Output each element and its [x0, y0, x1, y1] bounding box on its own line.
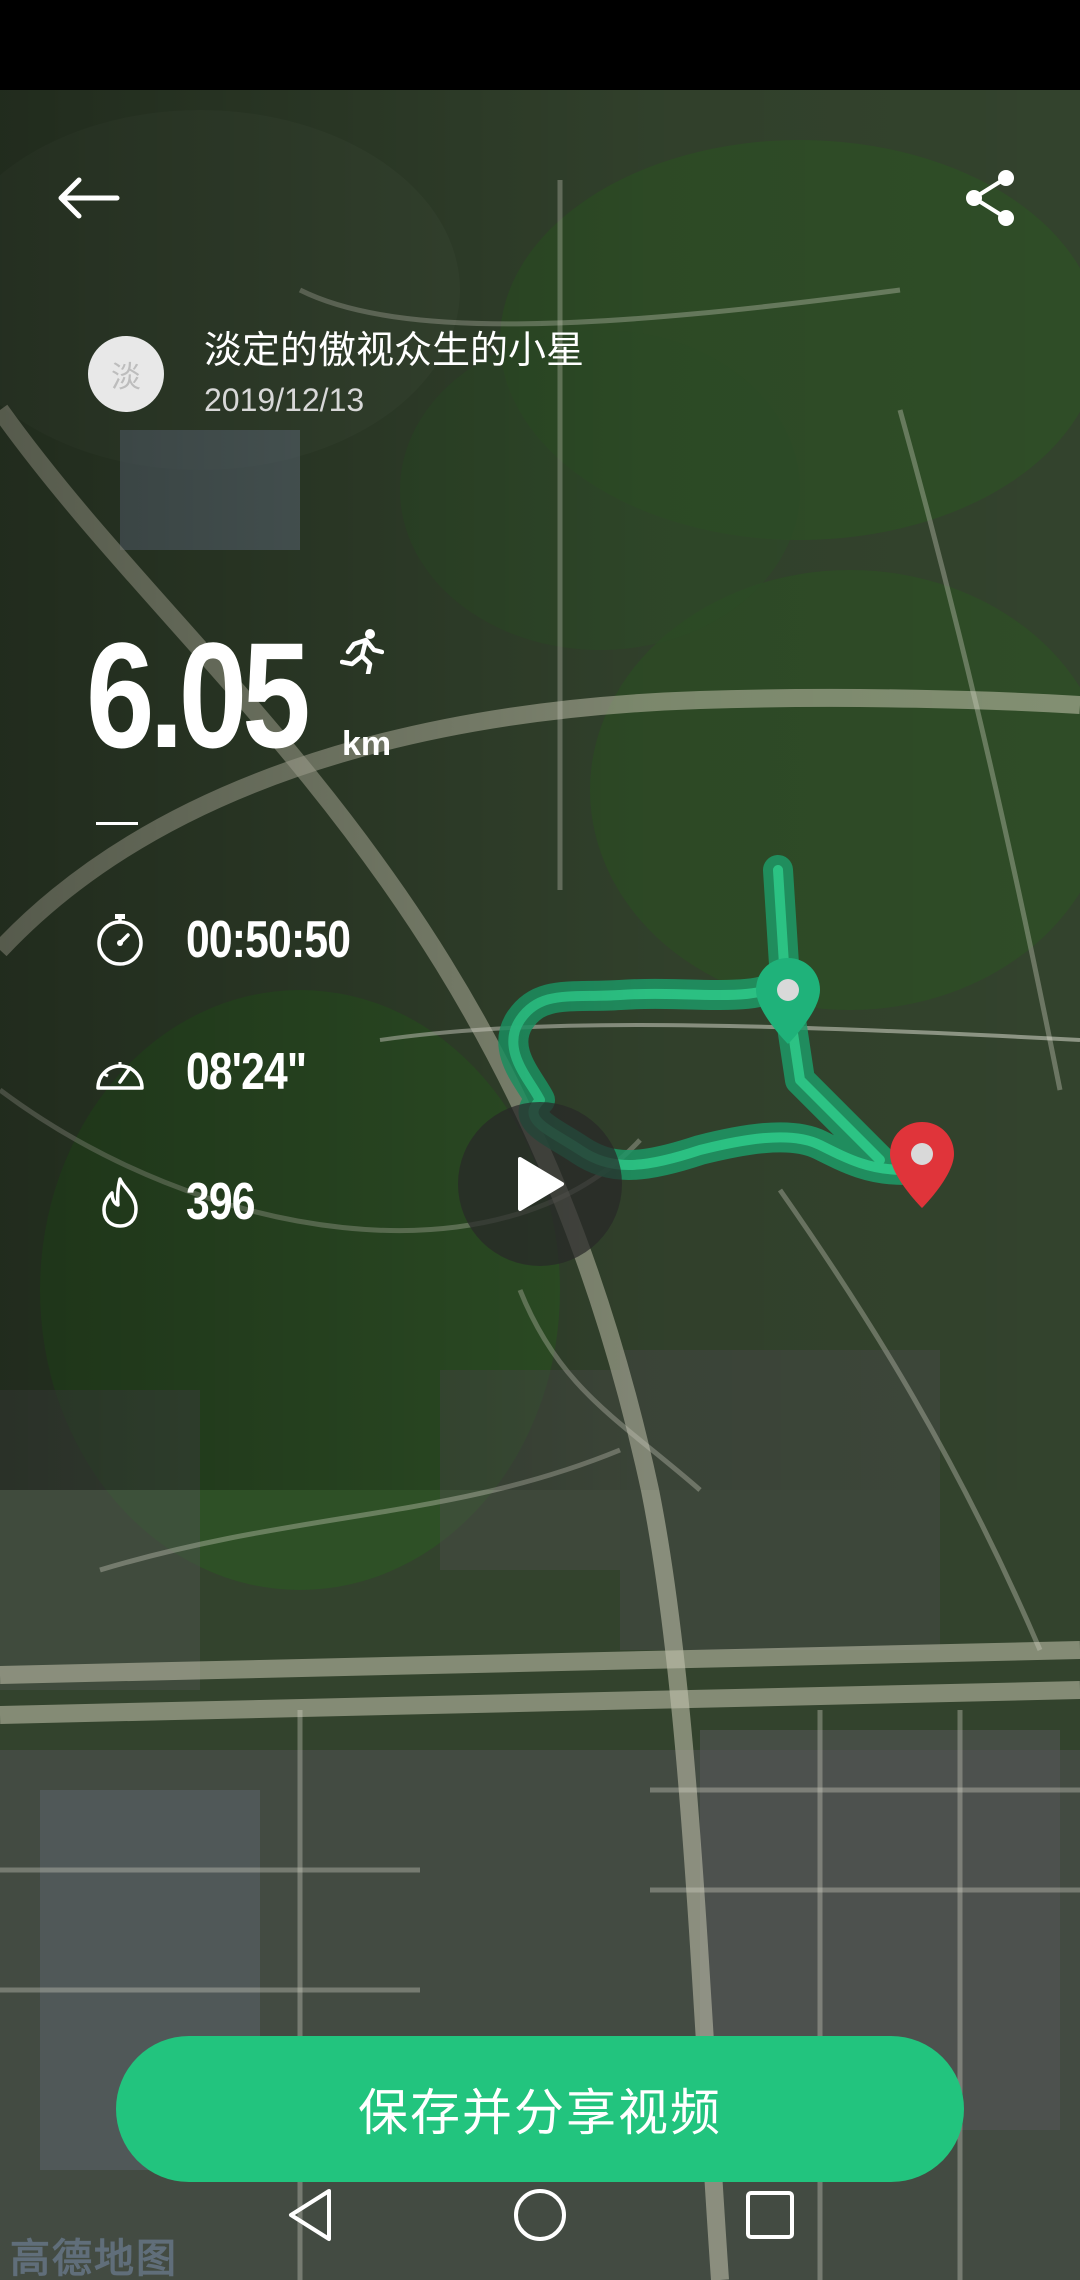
speedometer-icon	[92, 1044, 148, 1100]
back-button[interactable]	[40, 150, 136, 246]
divider	[96, 822, 138, 825]
play-icon	[518, 1157, 564, 1211]
runner-icon	[339, 629, 384, 674]
pace-row: 08'24"	[92, 1042, 333, 1102]
nav-back-button[interactable]	[265, 2170, 355, 2260]
stopwatch-icon	[92, 912, 148, 968]
pace-value: 08'24"	[186, 1043, 307, 1101]
share-button[interactable]	[942, 150, 1038, 246]
play-route-button[interactable]	[458, 1102, 622, 1266]
activity-date: 2019/12/13	[204, 382, 365, 418]
distance-value: 6.05	[86, 611, 311, 779]
end-pin-icon	[888, 1120, 956, 1210]
calories-row: 396	[92, 1172, 270, 1232]
flame-icon	[92, 1174, 148, 1230]
distance-side: km	[332, 620, 402, 770]
start-pin-icon	[754, 956, 822, 1046]
arrow-left-icon	[58, 177, 120, 219]
nav-recent-icon	[746, 2191, 794, 2239]
username: 淡定的傲视众生的小星	[204, 328, 585, 372]
status-bar	[0, 0, 1080, 90]
nav-home-icon	[514, 2189, 566, 2241]
distance-unit: km	[341, 725, 392, 763]
profile-text: 淡定的傲视众生的小星 2019/12/13	[204, 326, 584, 422]
user-profile: 淡 淡定的傲视众生的小星 2019/12/13	[88, 326, 584, 422]
calories-value: 396	[186, 1173, 256, 1231]
share-icon	[966, 170, 1014, 226]
duration-value: 00:50:50	[186, 911, 351, 969]
nav-home-button[interactable]	[495, 2170, 585, 2260]
distance-display: 6.05 km	[86, 620, 402, 770]
nav-recent-button[interactable]	[725, 2170, 815, 2260]
nav-back-icon	[289, 2189, 331, 2241]
avatar[interactable]: 淡	[88, 336, 164, 412]
system-nav-bar	[0, 2150, 1080, 2280]
run-summary-screen: 淡 淡定的傲视众生的小星 2019/12/13 6.05 km 00:50:50…	[0, 0, 1080, 2280]
duration-row: 00:50:50	[92, 910, 386, 970]
